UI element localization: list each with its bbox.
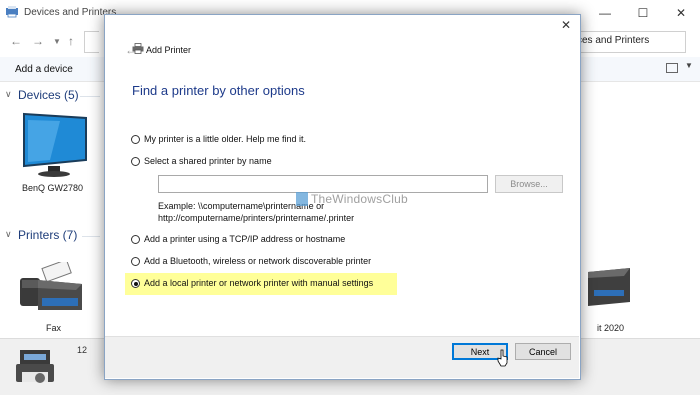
devices-printers-icon — [6, 6, 18, 18]
option-tcpip-radio[interactable] — [131, 235, 140, 244]
option-older-printer-label[interactable]: My printer is a little older. Help me fi… — [144, 134, 306, 144]
close-icon: ✕ — [561, 18, 572, 32]
add-device-button[interactable]: Add a device — [15, 64, 73, 75]
option-shared-printer-radio[interactable] — [131, 157, 140, 166]
option-tcpip-label[interactable]: Add a printer using a TCP/IP address or … — [144, 234, 345, 244]
watermark-logo — [296, 192, 308, 206]
chevron-down-icon: ▼ — [53, 37, 61, 46]
up-arrow-icon: ↑ — [68, 34, 74, 48]
option-local-printer-radio[interactable] — [131, 279, 140, 288]
monitor-device-label: BenQ GW2780 — [22, 183, 84, 193]
printer-device-icon[interactable] — [584, 262, 634, 314]
printer-device-label: it 2020 — [597, 323, 625, 333]
printer-icon — [132, 43, 144, 54]
group-divider — [82, 236, 100, 237]
cursor-icon — [497, 349, 508, 367]
maximize-icon: ☐ — [637, 6, 649, 20]
address-bar[interactable] — [84, 31, 99, 53]
selected-printer-icon — [16, 350, 54, 383]
explorer-close-button[interactable]: ✕ — [662, 0, 700, 26]
browse-button[interactable]: Browse... — [495, 175, 563, 193]
group-divider — [80, 96, 100, 97]
option-older-printer-radio[interactable] — [131, 135, 140, 144]
maximize-button[interactable]: ☐ — [624, 0, 662, 26]
recent-locations-button[interactable]: ▼ — [53, 37, 61, 46]
item-count: 12 — [77, 345, 88, 355]
option-local-printer-label[interactable]: Add a local printer or network printer w… — [144, 278, 373, 288]
view-options-icon[interactable] — [666, 63, 678, 73]
explorer-title: Devices and Printers — [24, 7, 117, 18]
forward-arrow-icon: → — [32, 34, 44, 48]
back-arrow-icon: ← — [10, 34, 22, 48]
minimize-icon: — — [599, 6, 611, 20]
chevron-down-icon[interactable]: ▼ — [685, 61, 693, 70]
collapse-printers-icon[interactable]: ∨ — [5, 229, 12, 240]
close-icon: ✕ — [675, 6, 687, 20]
watermark-text: TheWindowsClub — [311, 192, 408, 206]
nav-back-button[interactable]: ← — [10, 34, 22, 48]
fax-icon[interactable] — [16, 262, 86, 318]
option-bluetooth-radio[interactable] — [131, 257, 140, 266]
option-bluetooth-label[interactable]: Add a Bluetooth, wireless or network dis… — [144, 256, 371, 266]
dialog-heading: Find a printer by other options — [132, 83, 305, 98]
option-shared-printer-label[interactable]: Select a shared printer by name — [144, 156, 272, 166]
dialog-close-button[interactable]: ✕ — [561, 18, 571, 32]
collapse-devices-icon[interactable]: ∨ — [5, 89, 12, 100]
cancel-button[interactable]: Cancel — [515, 343, 571, 360]
shared-printer-input[interactable] — [158, 175, 488, 193]
printers-group-header[interactable]: Printers (7) — [18, 228, 77, 242]
monitor-icon[interactable] — [20, 110, 90, 180]
fax-device-label: Fax — [46, 323, 62, 333]
address-text: ces and Printers — [577, 35, 650, 46]
devices-group-header[interactable]: Devices (5) — [18, 88, 79, 102]
dialog-title: Add Printer — [146, 45, 192, 55]
minimize-button[interactable]: — — [586, 0, 624, 26]
nav-forward-button[interactable]: → — [32, 34, 44, 48]
nav-up-button[interactable]: ↑ — [68, 34, 74, 48]
example-text-line2: http://computername/printers/printername… — [158, 213, 355, 223]
